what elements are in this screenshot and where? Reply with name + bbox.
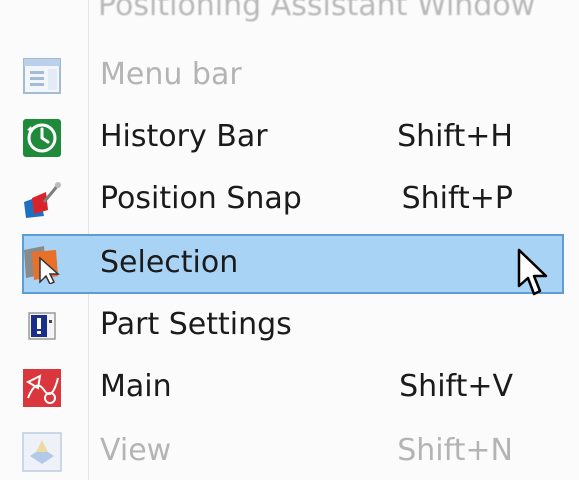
view-icon	[22, 432, 62, 472]
menu-item-partial-top[interactable]: Positioning Assistant Window	[98, 0, 535, 26]
menu-item-label: Selection	[100, 245, 239, 280]
menu-bar-icon	[23, 58, 61, 94]
menu-item-history-bar[interactable]: History Bar Shift+H	[0, 106, 579, 168]
main-toolbar-icon	[23, 369, 61, 407]
menu-item-shortcut: Shift+P	[401, 181, 513, 216]
menu-item-label: Menu bar	[100, 57, 242, 92]
menu-item-shortcut: Shift+H	[397, 119, 513, 154]
menu-item-view[interactable]: View Shift+N	[0, 420, 579, 482]
menu-item-label: History Bar	[100, 119, 268, 154]
selection-arrow-icon	[24, 246, 60, 284]
menu-item-selection[interactable]: Selection	[0, 232, 579, 294]
menu-item-label: Part Settings	[100, 307, 292, 342]
history-clock-icon	[23, 119, 61, 157]
part-settings-icon	[28, 312, 56, 340]
menu-item-label: View	[100, 433, 172, 468]
mouse-cursor-icon	[517, 248, 548, 296]
context-menu: Positioning Assistant Window Menu bar Hi…	[0, 0, 579, 480]
menu-item-part-settings[interactable]: Part Settings	[0, 294, 579, 356]
menu-item-main[interactable]: Main Shift+V	[0, 356, 579, 418]
position-snap-icon	[24, 182, 61, 218]
menu-item-position-snap[interactable]: Position Snap Shift+P	[0, 168, 579, 230]
menu-item-menu-bar[interactable]: Menu bar	[0, 44, 579, 106]
menu-item-label: Main	[100, 369, 172, 404]
menu-item-shortcut: Shift+V	[399, 369, 513, 404]
menu-item-shortcut: Shift+N	[397, 433, 513, 468]
menu-item-label: Position Snap	[100, 181, 302, 216]
